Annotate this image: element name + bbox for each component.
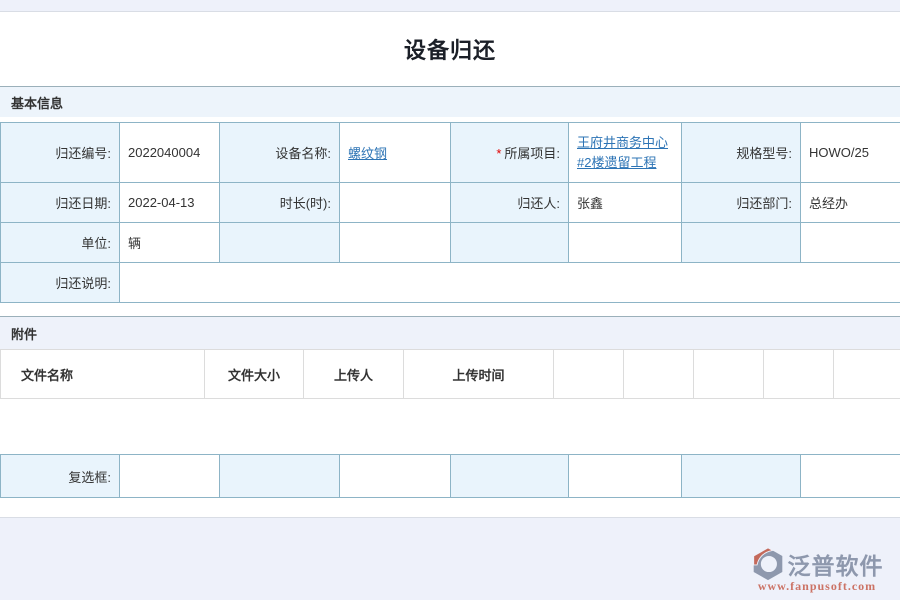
brand-logo: 泛普软件 www.fanpusoft.com	[742, 547, 892, 594]
table-row: 单位: 辆	[1, 223, 900, 263]
empty-value-cell	[340, 223, 451, 263]
brand-name: 泛普软件	[788, 547, 884, 581]
title-area: 设备归还	[0, 12, 900, 86]
required-asterisk: *	[496, 146, 501, 161]
field-label-duration: 时长(时):	[220, 183, 340, 223]
field-label-returner: 归还人:	[451, 183, 569, 223]
empty-header-cell	[694, 350, 764, 399]
field-value-return-no: 2022040004	[120, 123, 220, 183]
column-header-file-name: 文件名称	[1, 350, 205, 399]
table-row: 归还说明:	[1, 263, 900, 303]
section-header-attachments-label: 附件	[11, 324, 37, 343]
attachments-table: 文件名称 文件大小 上传人 上传时间	[0, 349, 900, 399]
empty-header-cell	[554, 350, 624, 399]
device-name-link[interactable]: 螺纹钢	[348, 146, 387, 161]
column-header-upload-time: 上传时间	[404, 350, 554, 399]
field-label-model: 规格型号:	[682, 123, 801, 183]
field-value-remark	[120, 263, 900, 303]
empty-value-cell	[569, 223, 682, 263]
section-header-basic-info: 基本信息	[0, 86, 900, 117]
empty-value-cell	[801, 455, 900, 498]
field-label-return-date: 归还日期:	[1, 183, 120, 223]
empty-label-cell	[451, 223, 569, 263]
empty-header-cell	[834, 350, 900, 399]
column-header-file-size: 文件大小	[205, 350, 304, 399]
spacer	[0, 498, 900, 517]
field-value-dept: 总经办	[801, 183, 900, 223]
field-label-unit: 单位:	[1, 223, 120, 263]
empty-value-cell	[569, 455, 682, 498]
empty-label-cell	[682, 223, 801, 263]
field-label-project: *所属项目:	[451, 123, 569, 183]
brand-website: www.fanpusoft.com	[742, 579, 892, 594]
field-label-checkbox: 复选框:	[1, 455, 120, 498]
page-title: 设备归还	[404, 33, 496, 65]
spacer	[0, 399, 900, 454]
empty-header-cell	[764, 350, 834, 399]
field-label-device-name: 设备名称:	[220, 123, 340, 183]
field-value-returner: 张鑫	[569, 183, 682, 223]
field-value-unit: 辆	[120, 223, 220, 263]
empty-label-cell	[220, 223, 340, 263]
project-link-line1[interactable]: 王府井商务中心	[577, 135, 668, 150]
top-strip	[0, 0, 900, 12]
checkbox-row-table: 复选框:	[0, 454, 900, 498]
empty-value-cell	[340, 455, 451, 498]
empty-value-cell	[801, 223, 900, 263]
field-value-device-name: 螺纹钢	[340, 123, 451, 183]
field-value-project: 王府井商务中心 #2楼遗留工程	[569, 123, 682, 183]
field-value-return-date: 2022-04-13	[120, 183, 220, 223]
section-header-basic-info-label: 基本信息	[11, 93, 63, 112]
empty-label-cell	[220, 455, 340, 498]
section-header-attachments: 附件	[0, 316, 900, 349]
column-header-uploader: 上传人	[304, 350, 404, 399]
field-value-checkbox	[120, 455, 220, 498]
table-row: 归还编号: 2022040004 设备名称: 螺纹钢 *所属项目: 王府井商务中…	[1, 123, 900, 183]
project-link-line2[interactable]: #2楼遗留工程	[577, 155, 656, 170]
fanpu-logo-icon	[751, 547, 785, 581]
empty-label-cell	[682, 455, 801, 498]
field-label-dept: 归还部门:	[682, 183, 801, 223]
footer: 泛普软件 www.fanpusoft.com	[0, 517, 900, 600]
attachments-header-row: 文件名称 文件大小 上传人 上传时间	[1, 350, 900, 399]
field-label-remark: 归还说明:	[1, 263, 120, 303]
project-label-text: 所属项目:	[504, 146, 560, 161]
empty-label-cell	[451, 455, 569, 498]
empty-header-cell	[624, 350, 694, 399]
table-row: 归还日期: 2022-04-13 时长(时): 归还人: 张鑫 归还部门: 总经…	[1, 183, 900, 223]
field-label-return-no: 归还编号:	[1, 123, 120, 183]
table-row: 复选框:	[1, 455, 900, 498]
basic-info-table: 归还编号: 2022040004 设备名称: 螺纹钢 *所属项目: 王府井商务中…	[0, 122, 900, 303]
field-value-model: HOWO/25	[801, 123, 900, 183]
field-value-duration	[340, 183, 451, 223]
